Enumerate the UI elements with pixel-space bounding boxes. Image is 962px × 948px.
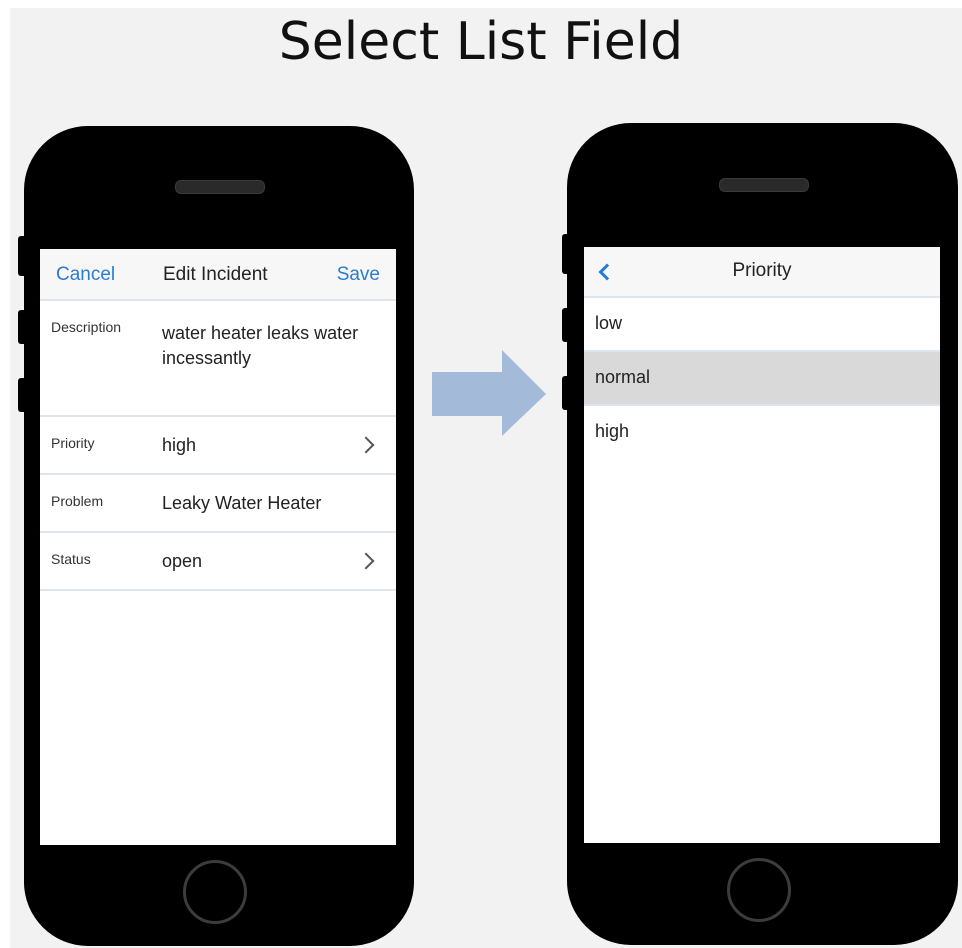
save-button[interactable]: Save — [337, 264, 380, 286]
option-label: low — [595, 313, 623, 333]
field-row-problem[interactable]: Problem Leaky Water Heater — [40, 475, 396, 533]
home-button[interactable] — [727, 858, 791, 922]
chevron-right-icon — [357, 552, 375, 570]
edit-incident-title: Edit Incident — [163, 264, 268, 285]
side-button — [18, 236, 28, 276]
side-button — [18, 310, 28, 344]
field-row-status[interactable]: Status open — [40, 533, 396, 591]
field-value: water heater leaks water incessantly — [162, 323, 359, 368]
slide-title: Select List Field — [278, 12, 684, 72]
option-label: normal — [595, 367, 651, 387]
priority-picker-screen: Priority low normal high — [584, 247, 940, 843]
field-label: Priority — [51, 435, 95, 451]
field-label: Problem — [51, 493, 104, 509]
field-value: Leaky Water Heater — [162, 493, 322, 513]
cancel-button[interactable]: Cancel — [56, 264, 115, 286]
option-high[interactable]: high — [584, 406, 940, 458]
edit-incident-screen: Cancel Edit Incident Save Description wa… — [40, 249, 396, 845]
field-value: open — [162, 551, 203, 571]
option-low[interactable]: low — [584, 298, 940, 352]
home-button[interactable] — [183, 860, 247, 924]
speaker-icon — [175, 180, 265, 194]
field-row-description[interactable]: Description water heater leaks water inc… — [40, 301, 396, 417]
side-button — [562, 376, 572, 410]
field-label: Status — [51, 551, 91, 567]
option-normal[interactable]: normal — [584, 352, 940, 406]
option-label: high — [595, 421, 630, 441]
side-button — [562, 308, 572, 342]
picker-title: Priority — [732, 260, 792, 281]
phone-left: Cancel Edit Incident Save Description wa… — [24, 126, 414, 946]
field-row-priority[interactable]: Priority high — [40, 417, 396, 475]
arrow-right-icon — [432, 350, 546, 436]
edit-nav-bar: Cancel Edit Incident Save — [40, 249, 396, 301]
field-value: high — [162, 435, 197, 455]
field-label: Description — [51, 319, 122, 335]
side-button — [18, 378, 28, 412]
speaker-icon — [719, 178, 809, 192]
picker-nav-bar: Priority — [584, 247, 940, 298]
chevron-right-icon — [357, 436, 375, 454]
side-button — [562, 234, 572, 274]
phone-right: Priority low normal high — [567, 123, 958, 945]
